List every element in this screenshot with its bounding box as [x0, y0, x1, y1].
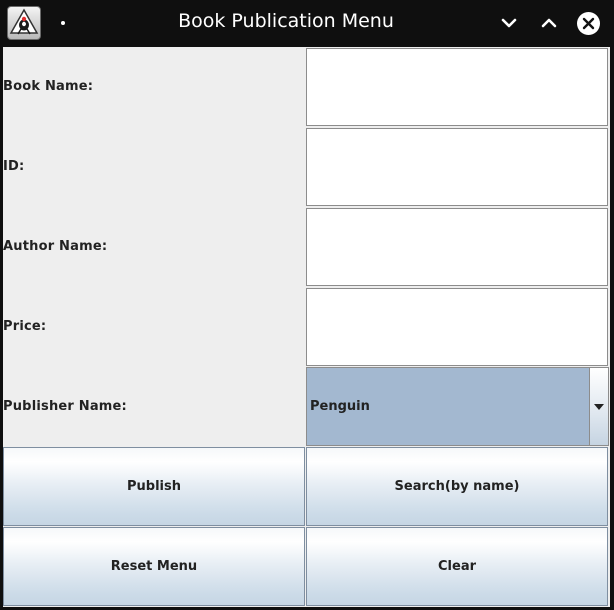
title-bar[interactable]: Book Publication Menu: [0, 0, 614, 46]
app-window: Book Publication Menu Book Name: ID: Aut…: [0, 0, 614, 610]
price-field[interactable]: [306, 288, 608, 366]
id-label: ID:: [3, 159, 25, 174]
chevron-down-icon[interactable]: [589, 368, 608, 445]
minimize-icon[interactable]: [498, 12, 520, 34]
book-name-label: Book Name:: [3, 79, 94, 94]
author-name-field[interactable]: [306, 208, 608, 286]
author-name-label: Author Name:: [3, 239, 108, 254]
price-label: Price:: [3, 319, 47, 334]
form-panel: Book Name: ID: Author Name: Price: Publi…: [3, 47, 610, 607]
publish-button[interactable]: Publish: [3, 447, 305, 526]
id-field[interactable]: [306, 128, 608, 206]
book-name-field[interactable]: [306, 48, 608, 126]
publisher-name-label: Publisher Name:: [3, 399, 127, 414]
maximize-icon[interactable]: [538, 12, 560, 34]
publisher-select[interactable]: Penguin: [306, 367, 609, 446]
search-by-name-button[interactable]: Search(by name): [306, 447, 608, 526]
clear-button[interactable]: Clear: [306, 527, 608, 606]
reset-menu-button[interactable]: Reset Menu: [3, 527, 305, 606]
close-icon[interactable]: [577, 12, 600, 35]
window-title: Book Publication Menu: [178, 10, 394, 32]
publisher-selected-value: Penguin: [310, 399, 370, 414]
